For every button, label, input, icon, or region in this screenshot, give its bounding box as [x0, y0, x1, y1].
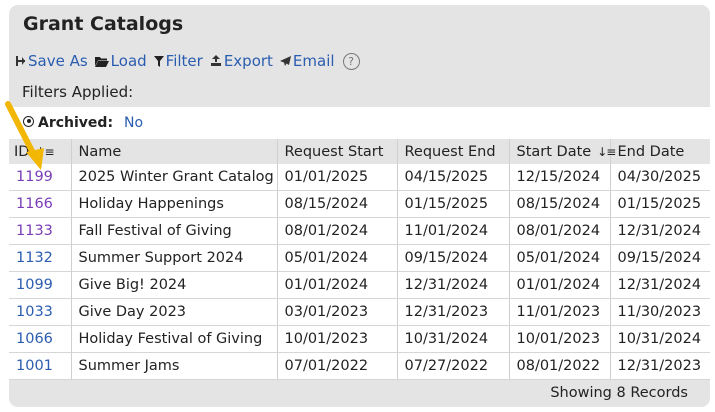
- request-start-cell: 08/15/2024: [277, 190, 398, 218]
- name-cell: Summer Jams: [71, 352, 278, 380]
- radio-dot-icon: [23, 115, 34, 127]
- request-end-cell: 07/27/2022: [397, 352, 510, 380]
- start-date-cell: 08/15/2024: [509, 190, 611, 218]
- table-row[interactable]: 1033 Give Day 2023 03/01/2023 12/31/2023 11/…: [9, 298, 710, 326]
- table-row[interactable]: 1166 Holiday Happenings 08/15/2024 01/15/20…: [9, 190, 710, 218]
- page-title: Grant Catalogs: [23, 13, 184, 35]
- start-date-cell: 10/01/2023: [509, 325, 611, 353]
- load-label: Load: [110, 52, 147, 70]
- request-start-cell: 08/01/2024: [277, 217, 398, 245]
- request-start-cell: 01/01/2024: [277, 271, 398, 299]
- name-cell: Give Big! 2024: [71, 271, 278, 299]
- end-date-cell: 04/30/2025: [610, 164, 710, 191]
- name-cell: Fall Festival of Giving: [71, 217, 278, 245]
- filter-label: Filter: [165, 52, 203, 70]
- end-date-cell: 12/31/2024: [610, 271, 710, 299]
- catalog-id-link[interactable]: 1099: [9, 271, 72, 299]
- grant-catalogs-panel: Grant Catalogs Save As Load Filter Expor…: [9, 5, 710, 407]
- column-header-end-date[interactable]: End Date: [610, 139, 710, 164]
- send-icon: [279, 56, 291, 66]
- folder-icon: [94, 56, 109, 67]
- filter-key: Archived:: [38, 115, 114, 131]
- request-end-cell: 11/01/2024: [397, 217, 510, 245]
- save-as-icon: [15, 55, 26, 67]
- table-row[interactable]: 1066 Holiday Festival of Giving 10/01/2023…: [9, 325, 710, 353]
- table-footer: Showing 8 Records: [9, 382, 710, 407]
- column-header-id[interactable]: ID ↓≡: [9, 139, 72, 164]
- name-cell: 2025 Winter Grant Catalog: [71, 164, 278, 191]
- email-button[interactable]: Email: [279, 52, 335, 70]
- end-date-cell: 10/31/2024: [610, 325, 710, 353]
- start-date-cell: 11/01/2023: [509, 298, 611, 326]
- start-date-cell: 12/15/2024: [509, 164, 611, 191]
- email-label: Email: [292, 52, 335, 70]
- column-header-request-end[interactable]: Request End: [397, 139, 510, 164]
- request-end-cell: 04/15/2025: [397, 164, 510, 191]
- save-as-button[interactable]: Save As: [15, 52, 88, 70]
- end-date-cell: 01/15/2025: [610, 190, 710, 218]
- catalog-id-link[interactable]: 1166: [9, 190, 72, 218]
- catalog-id-link[interactable]: 1001: [9, 352, 72, 380]
- request-end-cell: 01/15/2025: [397, 190, 510, 218]
- start-date-cell: 05/01/2024: [509, 244, 611, 272]
- start-date-cell: 08/01/2022: [509, 352, 611, 380]
- table-row[interactable]: 1001 Summer Jams 07/01/2022 07/27/2022 08/01…: [9, 352, 710, 380]
- end-date-cell: 09/15/2024: [610, 244, 710, 272]
- request-start-cell: 05/01/2024: [277, 244, 398, 272]
- applied-filter-archived: Archived: No: [9, 107, 710, 139]
- start-date-cell: 08/01/2024: [509, 217, 611, 245]
- save-as-label: Save As: [28, 52, 88, 70]
- catalog-id-link[interactable]: 1132: [9, 244, 72, 272]
- name-cell: Give Day 2023: [71, 298, 278, 326]
- sort-descending-icon: ↓≡: [35, 144, 54, 159]
- catalog-id-link[interactable]: 1133: [9, 217, 72, 245]
- request-end-cell: 10/31/2024: [397, 325, 510, 353]
- filter-icon: [153, 55, 164, 67]
- column-header-request-start[interactable]: Request Start: [277, 139, 398, 164]
- catalog-id-link[interactable]: 1066: [9, 325, 72, 353]
- name-cell: Holiday Happenings: [71, 190, 278, 218]
- export-icon: [210, 55, 222, 67]
- export-button[interactable]: Export: [210, 52, 273, 70]
- table-row[interactable]: 1132 Summer Support 2024 05/01/2024 09/15/2…: [9, 244, 710, 272]
- request-end-cell: 12/31/2024: [397, 271, 510, 299]
- start-date-cell: 01/01/2024: [509, 271, 611, 299]
- table-row[interactable]: 1133 Fall Festival of Giving 08/01/2024 11/…: [9, 217, 710, 245]
- toolbar: Save As Load Filter Export Email ?: [15, 51, 360, 71]
- catalog-id-link[interactable]: 1199: [9, 164, 72, 191]
- request-start-cell: 03/01/2023: [277, 298, 398, 326]
- column-header-name[interactable]: Name: [71, 139, 278, 164]
- end-date-cell: 12/31/2023: [610, 352, 710, 380]
- name-cell: Summer Support 2024: [71, 244, 278, 272]
- request-start-cell: 10/01/2023: [277, 325, 398, 353]
- records-count: Showing 8 Records: [550, 385, 688, 401]
- filter-button[interactable]: Filter: [153, 52, 203, 70]
- column-header-start-date[interactable]: Start Date ↓≡: [509, 139, 616, 164]
- name-cell: Holiday Festival of Giving: [71, 325, 278, 353]
- request-start-cell: 01/01/2025: [277, 164, 398, 191]
- export-label: Export: [223, 52, 273, 70]
- grant-catalogs-table: ID ↓≡ Name Request Start Request End Star…: [9, 139, 710, 380]
- end-date-cell: 12/31/2024: [610, 217, 710, 245]
- filter-value[interactable]: No: [124, 115, 143, 131]
- sort-descending-icon: ↓≡: [597, 144, 616, 159]
- request-end-cell: 09/15/2024: [397, 244, 510, 272]
- table-row[interactable]: 1099 Give Big! 2024 01/01/2024 12/31/2024 01…: [9, 271, 710, 299]
- request-end-cell: 12/31/2023: [397, 298, 510, 326]
- table-header-row: ID ↓≡ Name Request Start Request End Star…: [9, 139, 710, 164]
- end-date-cell: 11/30/2023: [610, 298, 710, 326]
- table-row[interactable]: 1199 2025 Winter Grant Catalog 01/01/2025 0…: [9, 164, 710, 191]
- filters-applied-label: Filters Applied:: [22, 83, 134, 101]
- request-start-cell: 07/01/2022: [277, 352, 398, 380]
- help-icon[interactable]: ?: [342, 52, 360, 70]
- catalog-id-link[interactable]: 1033: [9, 298, 72, 326]
- load-button[interactable]: Load: [94, 52, 147, 70]
